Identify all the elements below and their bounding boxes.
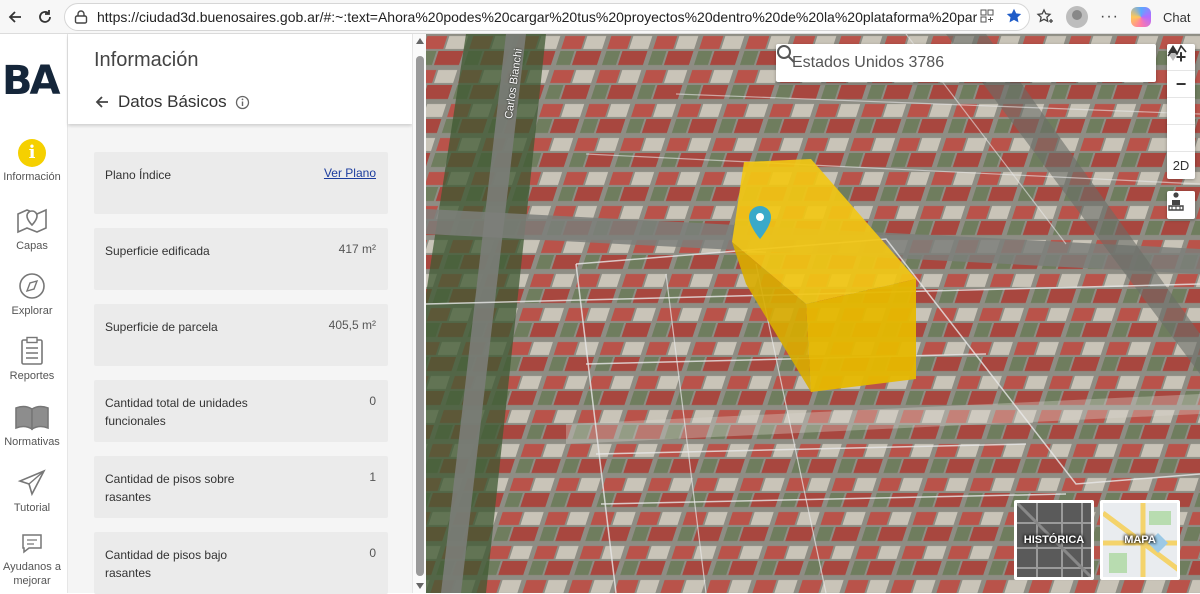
favorites-icon[interactable] bbox=[1036, 8, 1054, 26]
info-icon: i bbox=[18, 139, 46, 167]
back-arrow-icon[interactable] bbox=[94, 94, 110, 110]
card-value: 417 m² bbox=[338, 242, 376, 256]
view-2d-button[interactable]: 2D bbox=[1167, 152, 1195, 179]
basemap-mapa[interactable]: MAPA bbox=[1100, 500, 1180, 580]
reload-button[interactable] bbox=[30, 2, 60, 32]
ba-logo: BA bbox=[2, 58, 60, 104]
card-unidades-funcionales: Cantidad total de unidades funcionales 0 bbox=[94, 380, 388, 442]
card-value: 0 bbox=[369, 546, 376, 560]
line-chart-icon bbox=[1167, 44, 1187, 57]
ver-plano-link[interactable]: Ver Plano bbox=[324, 166, 376, 180]
panel-subtitle-row: Datos Básicos bbox=[94, 92, 250, 112]
rail-item-reportes[interactable]: Reportes bbox=[0, 336, 64, 382]
rail-item-informacion[interactable]: i Información bbox=[0, 139, 64, 183]
browser-toolbar: https://ciudad3d.buenosaires.gob.ar/#:~:… bbox=[0, 0, 1200, 34]
back-arrow-icon bbox=[8, 11, 21, 23]
favorite-star-icon[interactable] bbox=[1005, 7, 1023, 25]
clipboard-icon bbox=[21, 336, 43, 365]
basemap-label: HISTÓRICA bbox=[1023, 534, 1085, 546]
map-3d-view[interactable]: Carlos Bianchi + − 2D HISTÓRICA bbox=[426, 34, 1200, 593]
card-value: 405,5 m² bbox=[328, 318, 376, 332]
street-view-button[interactable] bbox=[1167, 191, 1195, 219]
zoom-out-button[interactable]: − bbox=[1167, 71, 1195, 98]
apps-icon[interactable] bbox=[979, 8, 995, 24]
pegman-icon bbox=[1168, 192, 1184, 211]
compass-icon bbox=[19, 273, 45, 299]
address-search-input[interactable] bbox=[792, 54, 1112, 72]
elevation-profile-button[interactable] bbox=[1167, 44, 1195, 152]
card-label: Superficie de parcela bbox=[105, 320, 218, 334]
url-text: https://ciudad3d.buenosaires.gob.ar/#:~:… bbox=[97, 9, 977, 25]
rail-item-label: Información bbox=[3, 171, 61, 183]
scroll-up-arrow-icon[interactable] bbox=[416, 38, 424, 44]
card-value: 1 bbox=[369, 470, 376, 484]
card-superficie-parcela: Superficie de parcela 405,5 m² bbox=[94, 304, 388, 366]
rail-item-label: Ayudanos a mejorar bbox=[3, 561, 61, 587]
rail-item-label: Capas bbox=[16, 240, 48, 252]
rail-item-ayudanos[interactable]: Ayudanos a mejorar bbox=[0, 532, 64, 588]
basemap-label: MAPA bbox=[1124, 534, 1156, 546]
card-pisos-sobre-rasantes: Cantidad de pisos sobre rasantes 1 bbox=[94, 456, 388, 518]
rail-item-label: Explorar bbox=[11, 305, 53, 317]
scroll-down-arrow-icon[interactable] bbox=[416, 583, 424, 589]
card-superficie-edificada: Superficie edificada 417 m² bbox=[94, 228, 388, 290]
profile-avatar[interactable] bbox=[1066, 6, 1088, 28]
rail-item-label: Tutorial bbox=[13, 502, 51, 514]
message-icon bbox=[22, 534, 42, 554]
card-label: Plano Índice bbox=[105, 168, 172, 182]
scrollbar-thumb[interactable] bbox=[416, 56, 424, 576]
card-label: Cantidad de pisos sobre rasantes bbox=[105, 472, 235, 504]
rail-item-label: Reportes bbox=[9, 370, 55, 382]
card-label: Cantidad de pisos bajo rasantes bbox=[105, 548, 228, 580]
card-pisos-bajo-rasantes: Cantidad de pisos bajo rasantes 0 bbox=[94, 532, 388, 594]
chat-button[interactable]: Chat bbox=[1163, 10, 1190, 25]
book-icon bbox=[15, 405, 49, 431]
panel-title: Información bbox=[94, 49, 199, 71]
card-label: Superficie edificada bbox=[105, 244, 210, 258]
back-button[interactable] bbox=[0, 2, 30, 32]
copilot-icon[interactable] bbox=[1130, 7, 1151, 27]
rail-item-capas[interactable]: Capas bbox=[0, 206, 64, 252]
paper-plane-icon bbox=[17, 469, 46, 497]
card-plano-indice: Plano Índice Ver Plano bbox=[94, 152, 388, 214]
card-value: 0 bbox=[369, 394, 376, 408]
card-label: Cantidad total de unidades funcionales bbox=[105, 396, 248, 428]
basemap-historica[interactable]: HISTÓRICA bbox=[1014, 500, 1094, 580]
rail-item-label: Normativas bbox=[4, 436, 60, 448]
left-navigation-rail: BA i Información Capas Explorar Reportes… bbox=[0, 34, 68, 593]
rail-item-tutorial[interactable]: Tutorial bbox=[0, 468, 64, 514]
search-icon[interactable] bbox=[776, 44, 796, 64]
reload-icon bbox=[39, 10, 51, 23]
address-bar[interactable]: https://ciudad3d.buenosaires.gob.ar/#:~:… bbox=[64, 3, 1030, 31]
info-panel: Información Datos Básicos Plano Índice V… bbox=[68, 34, 412, 594]
panel-scrollbar[interactable] bbox=[412, 34, 426, 593]
rail-item-explorar[interactable]: Explorar bbox=[0, 271, 64, 317]
compass-north-button[interactable] bbox=[1167, 45, 1195, 125]
map-layers-icon bbox=[17, 208, 47, 234]
address-search-bar[interactable] bbox=[776, 44, 1156, 82]
site-info-icon[interactable] bbox=[73, 9, 89, 25]
panel-subtitle: Datos Básicos bbox=[118, 92, 227, 111]
more-menu-icon[interactable]: ··· bbox=[1100, 8, 1119, 26]
map-controls: + − 2D bbox=[1167, 44, 1195, 179]
help-info-icon[interactable] bbox=[235, 95, 250, 110]
rail-item-normativas[interactable]: Normativas bbox=[0, 404, 64, 448]
panel-header: Información Datos Básicos bbox=[68, 34, 412, 124]
